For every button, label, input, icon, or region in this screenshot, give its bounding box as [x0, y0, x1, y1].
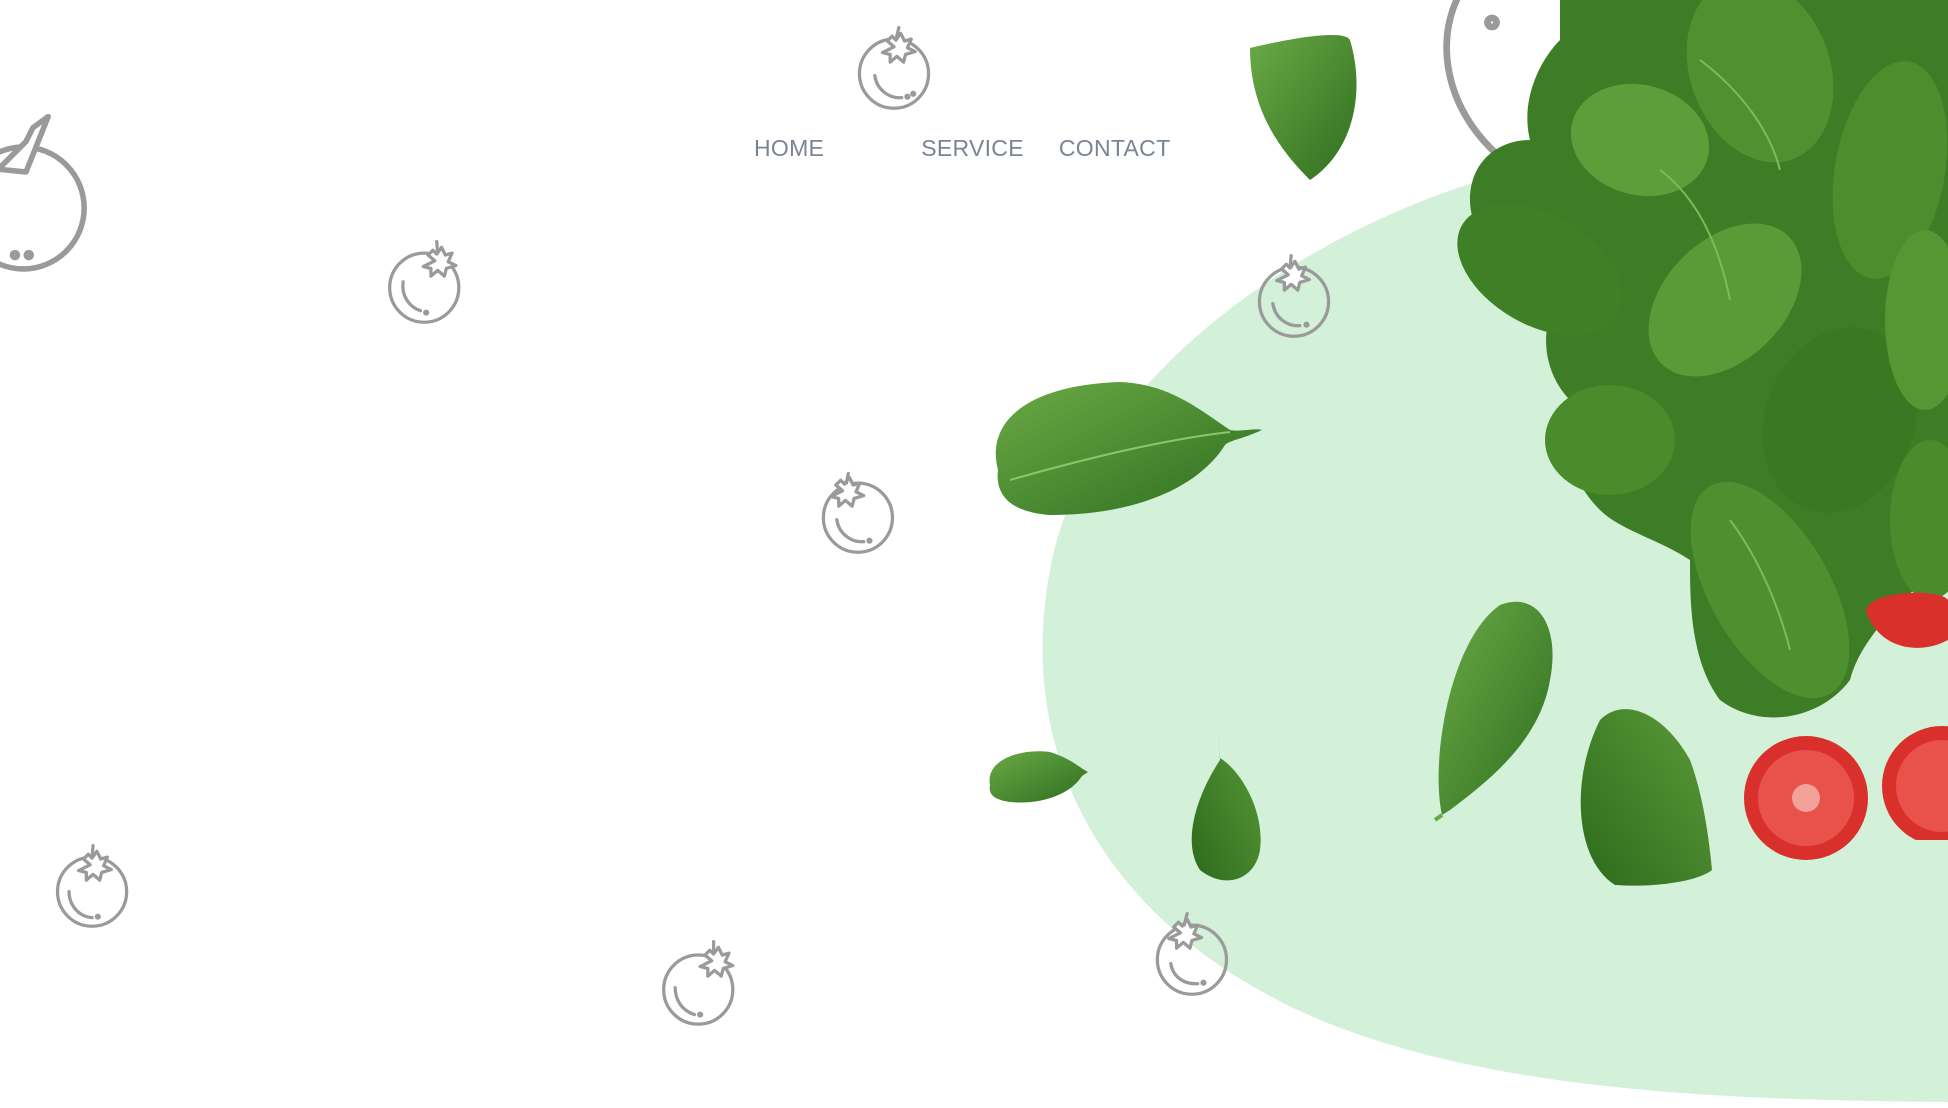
landing-page: HOME SERVICE CONTACT — [0, 0, 1948, 1108]
basil-leaves-illustration — [989, 0, 1948, 900]
